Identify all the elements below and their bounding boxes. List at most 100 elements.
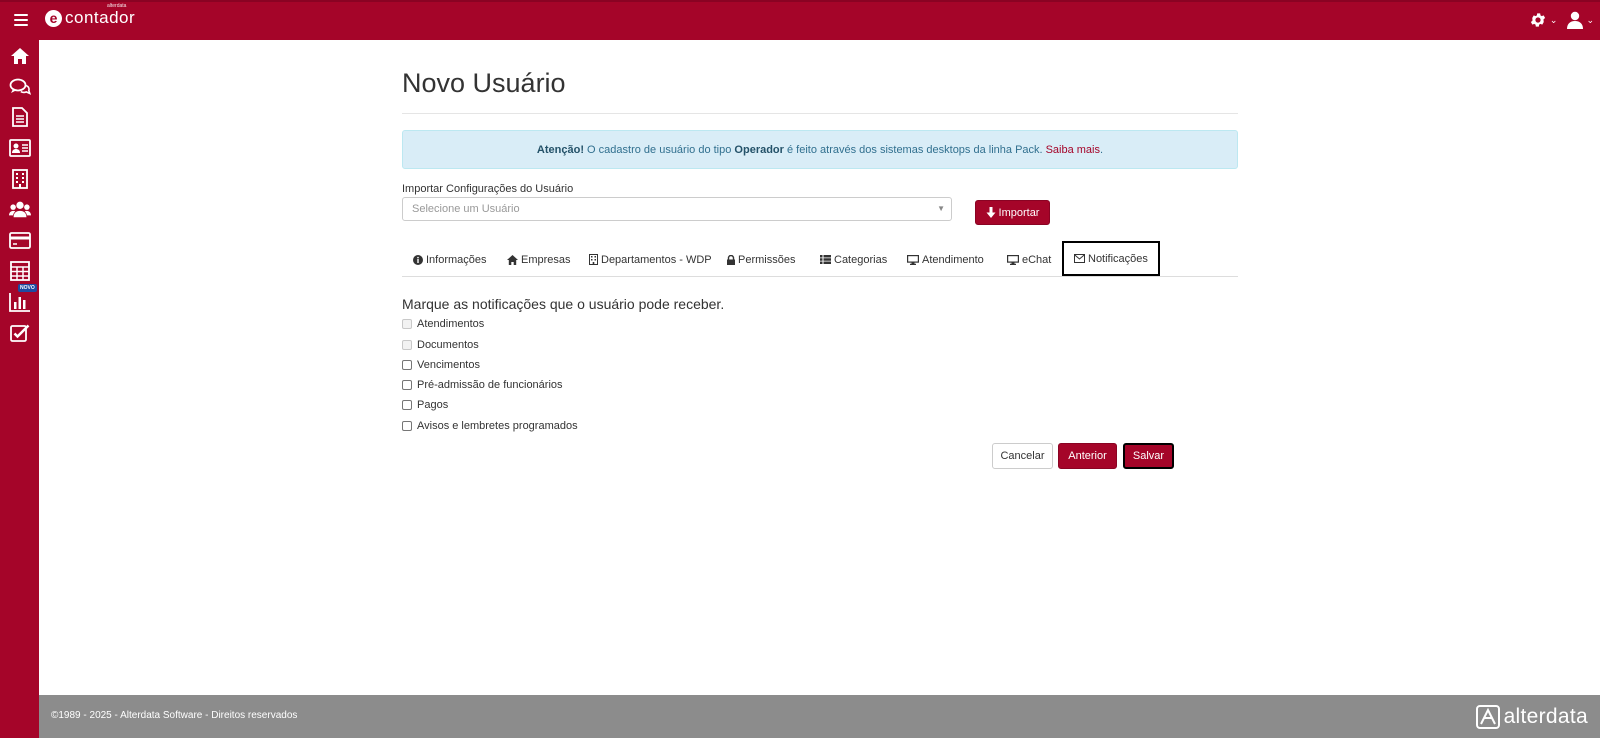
users-icon [9, 201, 31, 218]
top-right-actions: ⌄ ⌄ [1519, 11, 1594, 29]
top-bar: e contador alterdata ⌄ ⌄ [0, 0, 1600, 40]
id-card-icon [9, 139, 31, 157]
sidebar-item-chat[interactable] [9, 76, 31, 98]
option-label: Pré-admissão de funcionários [417, 379, 563, 391]
footer: ©1989 - 2025 - Alterdata Software - Dire… [39, 695, 1600, 738]
tab-departamentos[interactable]: Departamentos - WDP [589, 242, 712, 277]
user-select[interactable]: Selecione um Usuário ▼ [402, 197, 952, 221]
sidebar-item-tasks[interactable] [9, 322, 31, 344]
credit-card-icon [9, 231, 31, 249]
tab-label: Informações [426, 253, 487, 266]
sidebar-item-documents[interactable] [9, 106, 31, 128]
tab-label: Atendimento [922, 253, 984, 266]
tab-label: Departamentos - WDP [601, 253, 712, 266]
monitor-icon [1007, 254, 1019, 265]
tab-label: Notificações [1088, 252, 1148, 265]
alert-suffix: . [1100, 143, 1104, 156]
envelope-icon [1074, 254, 1085, 263]
alterdata-logo-icon [1475, 705, 1500, 729]
user-icon [1567, 11, 1584, 29]
info-icon [413, 254, 423, 265]
vencimentos-checkbox[interactable] [402, 360, 412, 370]
logo-text: contador alterdata [65, 3, 136, 27]
sidebar-item-home[interactable] [9, 45, 31, 67]
alert-bold-prefix: Atenção! [536, 143, 584, 156]
settings-menu-button[interactable]: ⌄ [1529, 11, 1558, 29]
tab-atendimento[interactable]: Atendimento [907, 242, 984, 277]
building-icon [12, 169, 28, 189]
arrow-down-icon [986, 207, 996, 218]
dropdown-arrow-icon: ▼ [937, 204, 945, 213]
save-button[interactable]: Salvar [1123, 443, 1174, 469]
atendimentos-checkbox [402, 319, 412, 329]
pre-admissao-checkbox[interactable] [402, 380, 412, 390]
previous-button[interactable]: Anterior [1058, 443, 1117, 469]
monitor-icon [907, 254, 919, 265]
footer-copyright: ©1989 - 2025 - Alterdata Software - Dire… [51, 710, 298, 721]
tab-label: eChat [1022, 253, 1052, 266]
tab-notificacoes[interactable]: Notificações [1062, 241, 1160, 276]
tab-label: Empresas [521, 253, 571, 266]
import-button[interactable]: Importar [975, 200, 1050, 225]
alert-text-2: é feito através dos sistemas desktops da… [787, 143, 1043, 156]
user-select-placeholder: Selecione um Usuário [412, 203, 520, 215]
app-logo[interactable]: e contador alterdata [45, 3, 136, 28]
option-label: Atendimentos [417, 318, 485, 330]
home-icon [507, 254, 518, 265]
bar-chart-icon [9, 293, 30, 312]
notifications-heading: Marque as notificações que o usuário pod… [402, 296, 725, 312]
chat-icon [9, 78, 31, 95]
chevron-down-icon: ⌄ [1549, 14, 1558, 25]
document-icon [12, 107, 28, 127]
gear-icon [1530, 13, 1546, 27]
documentos-checkbox [402, 340, 412, 350]
import-settings-label: Importar Configurações do Usuário [402, 183, 574, 195]
import-button-label: Importar [998, 206, 1040, 219]
option-pagos[interactable]: Pagos [402, 399, 448, 411]
option-label: Avisos e lembretes programados [417, 420, 578, 432]
option-label: Documentos [417, 339, 479, 351]
alterdata-logo: alterdata [1475, 704, 1588, 730]
building-icon [589, 254, 598, 265]
sidebar-item-users[interactable] [9, 198, 31, 220]
alert-bold-mid: Operador [734, 143, 784, 156]
info-alert: Atenção! O cadastro de usuário do tipo O… [402, 130, 1238, 169]
sidebar-item-companies[interactable] [9, 168, 31, 190]
tab-label: Permissões [738, 253, 796, 266]
alert-text-1: O cadastro de usuário do tipo [587, 143, 732, 156]
sidebar-item-payments[interactable] [9, 229, 31, 251]
option-vencimentos[interactable]: Vencimentos [402, 359, 480, 371]
option-documentos: Documentos [402, 339, 479, 351]
tab-echat[interactable]: eChat [1007, 242, 1051, 277]
tab-categorias[interactable]: Categorias [820, 242, 887, 277]
lock-icon [727, 254, 735, 265]
logo-small-text: alterdata [107, 3, 127, 9]
pagos-checkbox[interactable] [402, 400, 412, 410]
logo-e-icon: e [45, 9, 62, 27]
tabs-bar: Informações Empresas Departamentos - WDP… [402, 241, 1238, 277]
option-pre-admissao[interactable]: Pré-admissão de funcionários [402, 379, 563, 391]
learn-more-link[interactable]: Saiba mais [1046, 144, 1100, 156]
alterdata-logo-text: alterdata [1503, 705, 1588, 728]
page-title: Novo Usuário [402, 68, 566, 98]
tab-informacoes[interactable]: Informações [413, 242, 487, 277]
checklist-icon [10, 324, 30, 342]
sidebar-item-calculator[interactable] [9, 260, 31, 282]
menu-toggle-icon[interactable] [14, 14, 28, 26]
sidebar-item-contacts[interactable] [9, 137, 31, 159]
tab-permissoes[interactable]: Permissões [727, 242, 795, 277]
tab-empresas[interactable]: Empresas [507, 242, 571, 277]
option-avisos-lembretes[interactable]: Avisos e lembretes programados [402, 420, 578, 432]
tab-label: Categorias [834, 253, 888, 266]
title-divider [402, 113, 1238, 114]
chevron-down-icon: ⌄ [1586, 14, 1594, 25]
sidebar: NOVO [0, 40, 39, 738]
user-menu-button[interactable]: ⌄ [1567, 11, 1594, 29]
avisos-lembretes-checkbox[interactable] [402, 421, 412, 431]
calculator-icon [10, 261, 30, 281]
option-label: Vencimentos [417, 359, 480, 371]
cancel-button[interactable]: Cancelar [992, 443, 1053, 469]
home-icon [11, 48, 29, 64]
option-atendimentos: Atendimentos [402, 318, 484, 330]
sidebar-item-reports[interactable] [9, 291, 31, 313]
